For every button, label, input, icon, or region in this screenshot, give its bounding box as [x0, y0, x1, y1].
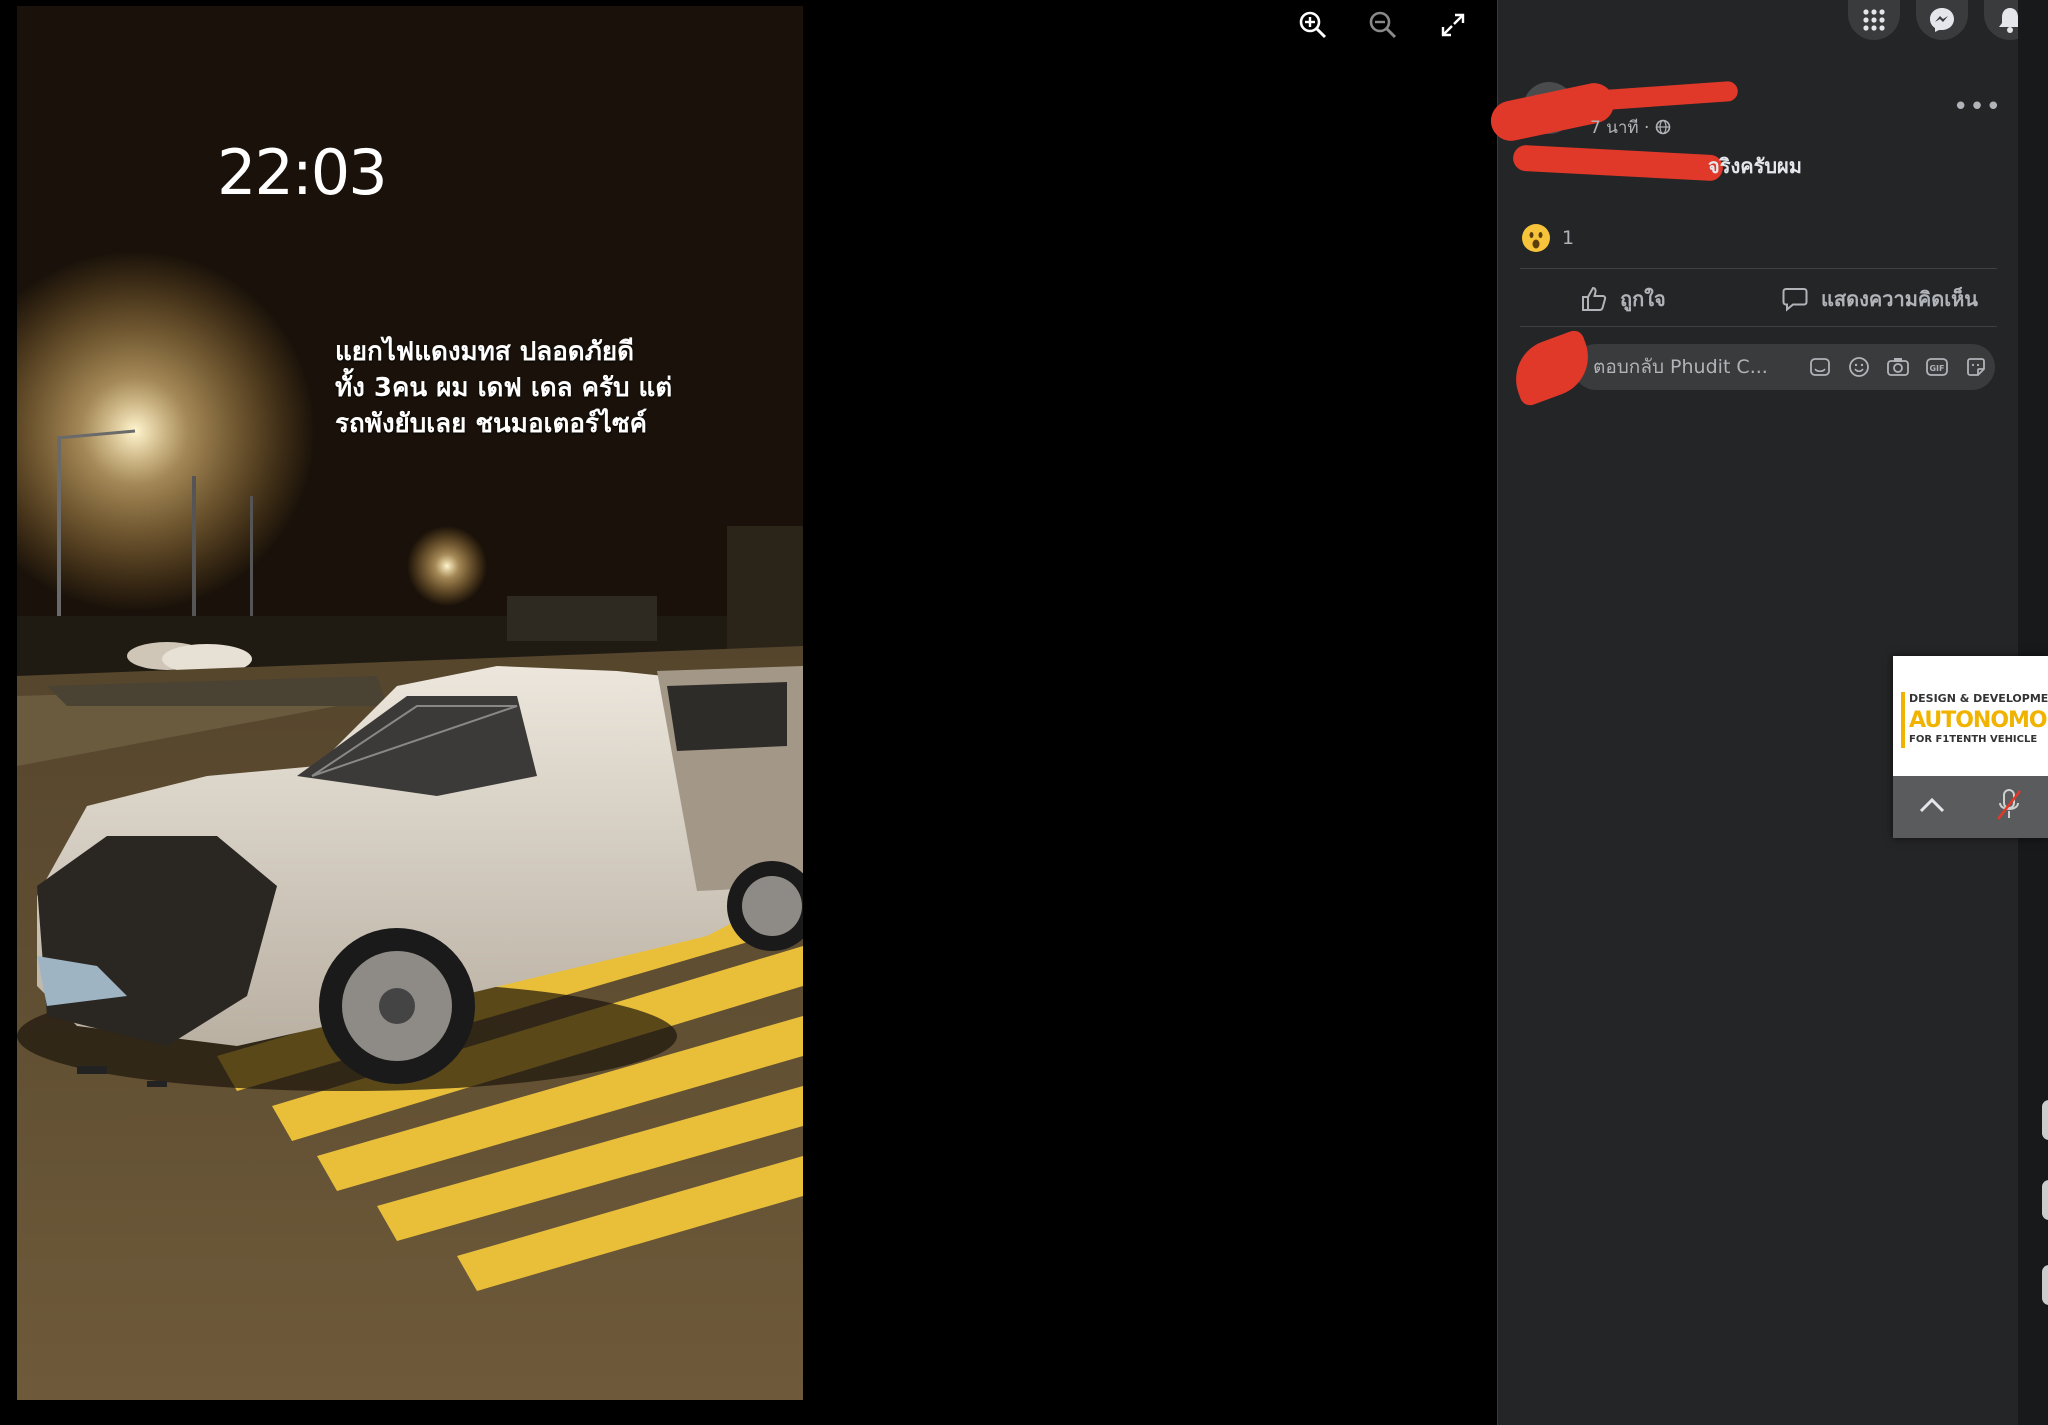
mini-player-title-line2: AUTONOMOUS: [1909, 708, 2048, 733]
mini-player-controls: [1893, 776, 2048, 838]
menu-grid-icon: [1863, 9, 1885, 31]
comment-button[interactable]: แสดงความคิดเห็น: [1781, 282, 1978, 316]
messenger-icon: [1930, 8, 1954, 32]
zoom-out-icon[interactable]: [1366, 8, 1400, 42]
reply-input[interactable]: ตอบกลับ Phudit C... GIF: [1573, 344, 1995, 390]
story-caption-text: แยกไฟแดงมทส ปลอดภัยดี ทั้ง 3คน ผม เดฟ เด…: [335, 337, 673, 439]
mini-player-video[interactable]: DESIGN & DEVELOPMENT O AUTONOMOUS FOR F1…: [1893, 656, 2048, 776]
divider: [1520, 326, 1997, 327]
post-time-text: 7 นาที ·: [1590, 118, 1650, 138]
commenter-avatar-redaction: [1504, 328, 1600, 408]
story-photo[interactable]: 22:03 แยกไฟแดงมทส ปลอดภัยดี ทั้ง 3คน ผม …: [17, 6, 803, 1400]
side-contact-avatar[interactable]: [2042, 1100, 2048, 1140]
like-button[interactable]: ถูกใจ: [1580, 282, 1666, 316]
side-contact-avatar[interactable]: [2042, 1180, 2048, 1220]
mini-player-accent: [1901, 692, 1905, 748]
mic-muted-icon[interactable]: [1994, 787, 2024, 827]
wow-reaction-icon: [1522, 224, 1550, 252]
story-time-text: 22:03: [217, 136, 388, 209]
comment-label: แสดงความคิดเห็น: [1821, 287, 1978, 311]
menu-grid-button[interactable]: [1848, 0, 1900, 40]
globe-icon: [1655, 119, 1671, 135]
post-timestamp[interactable]: 7 นาที ·: [1590, 114, 1671, 141]
photo-viewer: 22:03 แยกไฟแดงมทส ปลอดภัยดี ทั้ง 3คน ผม …: [0, 0, 1497, 1425]
thumbs-up-icon: [1582, 286, 1607, 311]
more-options-icon[interactable]: •••: [1953, 92, 2002, 122]
messenger-button[interactable]: [1916, 0, 1968, 40]
zoom-in-icon[interactable]: [1296, 8, 1330, 42]
fullscreen-icon[interactable]: [1436, 8, 1470, 42]
post-text-redaction: [1512, 144, 1724, 182]
svg-text:GIF: GIF: [1929, 364, 1944, 373]
mini-player-title-line1: DESIGN & DEVELOPMENT O: [1909, 692, 2048, 705]
mini-player-title-line3: FOR F1TENTH VEHICLE: [1909, 734, 2038, 745]
divider: [1520, 268, 1997, 269]
like-label: ถูกใจ: [1620, 287, 1666, 311]
post-text: จริงครับผม: [1708, 154, 1802, 178]
comment-icon: [1782, 288, 1808, 312]
emoji-icon[interactable]: [1847, 355, 1871, 379]
reply-placeholder: ตอบกลับ Phudit C...: [1593, 356, 1768, 378]
crash-scene-illustration: [17, 6, 803, 1400]
camera-icon[interactable]: [1886, 355, 1910, 379]
mini-video-player[interactable]: DESIGN & DEVELOPMENT O AUTONOMOUS FOR F1…: [1893, 656, 2048, 838]
reaction-count: 1: [1562, 227, 1575, 249]
reaction-summary[interactable]: 1: [1522, 224, 1574, 252]
chevron-up-icon[interactable]: [1917, 795, 1947, 819]
side-contact-avatar[interactable]: [2042, 1265, 2048, 1305]
gif-icon[interactable]: GIF: [1925, 355, 1949, 379]
avatar-sticker-icon[interactable]: [1808, 355, 1832, 379]
sticker-icon[interactable]: [1964, 355, 1988, 379]
